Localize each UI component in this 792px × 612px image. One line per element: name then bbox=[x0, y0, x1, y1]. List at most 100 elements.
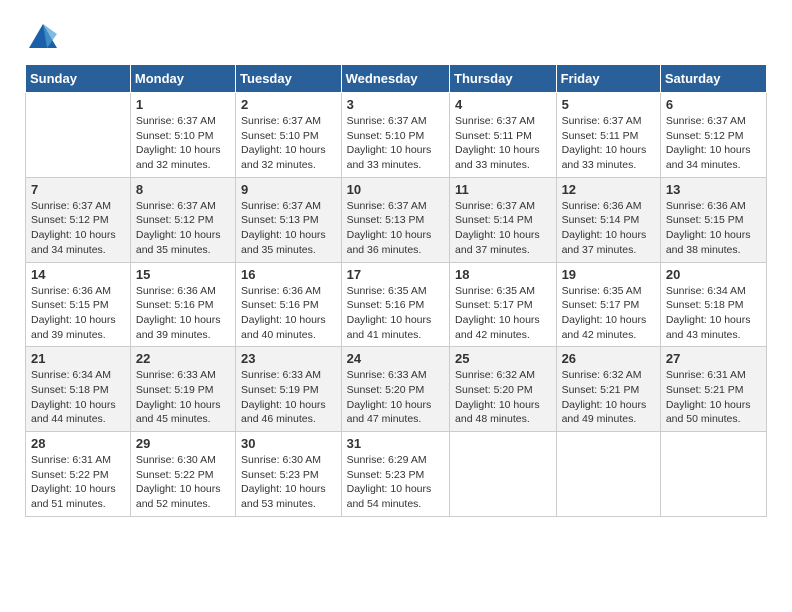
logo-icon bbox=[25, 20, 61, 56]
day-number: 13 bbox=[666, 182, 761, 197]
day-number: 31 bbox=[347, 436, 444, 451]
day-info: Sunrise: 6:29 AMSunset: 5:23 PMDaylight:… bbox=[347, 453, 444, 512]
calendar-cell: 2 Sunrise: 6:37 AMSunset: 5:10 PMDaylight… bbox=[236, 93, 342, 178]
day-info: Sunrise: 6:36 AMSunset: 5:15 PMDaylight:… bbox=[666, 199, 761, 258]
day-info: Sunrise: 6:36 AMSunset: 5:16 PMDaylight:… bbox=[241, 284, 336, 343]
calendar-cell: 6Sunrise: 6:37 AMSunset: 5:12 PMDaylight… bbox=[660, 93, 766, 178]
calendar-cell bbox=[556, 432, 660, 517]
day-number: 29 bbox=[136, 436, 230, 451]
day-number: 15 bbox=[136, 267, 230, 282]
day-info: Sunrise: 6:37 AMSunset: 5:11 PMDaylight:… bbox=[455, 114, 551, 173]
day-info: Sunrise: 6:34 AMSunset: 5:18 PMDaylight:… bbox=[666, 284, 761, 343]
calendar-cell: 18 Sunrise: 6:35 AMSunset: 5:17 PMDayligh… bbox=[450, 262, 557, 347]
day-info: Sunrise: 6:30 AMSunset: 5:22 PMDaylight:… bbox=[136, 453, 230, 512]
day-info: Sunrise: 6:30 AMSunset: 5:23 PMDaylight:… bbox=[241, 453, 336, 512]
day-info: Sunrise: 6:36 AMSunset: 5:16 PMDaylight:… bbox=[136, 284, 230, 343]
day-info: Sunrise: 6:37 AMSunset: 5:10 PMDaylight:… bbox=[241, 114, 336, 173]
day-header-tuesday: Tuesday bbox=[236, 65, 342, 93]
calendar-cell: 17Sunrise: 6:35 AMSunset: 5:16 PMDayligh… bbox=[341, 262, 449, 347]
day-number: 3 bbox=[347, 97, 444, 112]
logo bbox=[25, 20, 67, 56]
day-info: Sunrise: 6:37 AMSunset: 5:13 PMDaylight:… bbox=[347, 199, 444, 258]
page-header bbox=[25, 20, 767, 56]
day-info: Sunrise: 6:37 AMSunset: 5:10 PMDaylight:… bbox=[347, 114, 444, 173]
calendar-cell: 12 Sunrise: 6:36 AMSunset: 5:14 PMDayligh… bbox=[556, 177, 660, 262]
calendar-cell: 24 Sunrise: 6:33 AMSunset: 5:20 PMDayligh… bbox=[341, 347, 449, 432]
week-row-4: 21 Sunrise: 6:34 AMSunset: 5:18 PMDayligh… bbox=[26, 347, 767, 432]
day-number: 1 bbox=[136, 97, 230, 112]
calendar-cell: 4 Sunrise: 6:37 AMSunset: 5:11 PMDaylight… bbox=[450, 93, 557, 178]
day-info: Sunrise: 6:31 AMSunset: 5:21 PMDaylight:… bbox=[666, 368, 761, 427]
day-info: Sunrise: 6:35 AMSunset: 5:17 PMDaylight:… bbox=[455, 284, 551, 343]
week-row-2: 7 Sunrise: 6:37 AMSunset: 5:12 PMDaylight… bbox=[26, 177, 767, 262]
day-header-friday: Friday bbox=[556, 65, 660, 93]
day-info: Sunrise: 6:37 AMSunset: 5:12 PMDaylight:… bbox=[136, 199, 230, 258]
day-number: 18 bbox=[455, 267, 551, 282]
week-row-1: 1 Sunrise: 6:37 AMSunset: 5:10 PMDaylight… bbox=[26, 93, 767, 178]
calendar-cell: 25Sunrise: 6:32 AMSunset: 5:20 PMDayligh… bbox=[450, 347, 557, 432]
day-number: 26 bbox=[562, 351, 655, 366]
day-info: Sunrise: 6:32 AMSunset: 5:21 PMDaylight:… bbox=[562, 368, 655, 427]
day-number: 2 bbox=[241, 97, 336, 112]
day-number: 4 bbox=[455, 97, 551, 112]
calendar-cell: 20 Sunrise: 6:34 AMSunset: 5:18 PMDayligh… bbox=[660, 262, 766, 347]
calendar-cell bbox=[450, 432, 557, 517]
calendar-cell: 5Sunrise: 6:37 AMSunset: 5:11 PMDaylight… bbox=[556, 93, 660, 178]
calendar-cell: 10Sunrise: 6:37 AMSunset: 5:13 PMDayligh… bbox=[341, 177, 449, 262]
calendar-cell: 28 Sunrise: 6:31 AMSunset: 5:22 PMDayligh… bbox=[26, 432, 131, 517]
day-number: 8 bbox=[136, 182, 230, 197]
day-info: Sunrise: 6:36 AMSunset: 5:14 PMDaylight:… bbox=[562, 199, 655, 258]
day-info: Sunrise: 6:37 AMSunset: 5:14 PMDaylight:… bbox=[455, 199, 551, 258]
calendar-cell: 14Sunrise: 6:36 AMSunset: 5:15 PMDayligh… bbox=[26, 262, 131, 347]
day-header-sunday: Sunday bbox=[26, 65, 131, 93]
calendar-cell: 19Sunrise: 6:35 AMSunset: 5:17 PMDayligh… bbox=[556, 262, 660, 347]
day-info: Sunrise: 6:31 AMSunset: 5:22 PMDaylight:… bbox=[31, 453, 125, 512]
calendar-cell: 3 Sunrise: 6:37 AMSunset: 5:10 PMDaylight… bbox=[341, 93, 449, 178]
day-number: 7 bbox=[31, 182, 125, 197]
day-header-wednesday: Wednesday bbox=[341, 65, 449, 93]
day-info: Sunrise: 6:33 AMSunset: 5:19 PMDaylight:… bbox=[136, 368, 230, 427]
day-info: Sunrise: 6:37 AMSunset: 5:12 PMDaylight:… bbox=[666, 114, 761, 173]
day-header-monday: Monday bbox=[130, 65, 235, 93]
day-info: Sunrise: 6:34 AMSunset: 5:18 PMDaylight:… bbox=[31, 368, 125, 427]
day-number: 27 bbox=[666, 351, 761, 366]
day-number: 11 bbox=[455, 182, 551, 197]
day-number: 12 bbox=[562, 182, 655, 197]
day-number: 20 bbox=[666, 267, 761, 282]
header-row: SundayMondayTuesdayWednesdayThursdayFrid… bbox=[26, 65, 767, 93]
calendar-cell: 21 Sunrise: 6:34 AMSunset: 5:18 PMDayligh… bbox=[26, 347, 131, 432]
day-number: 16 bbox=[241, 267, 336, 282]
calendar-cell: 8 Sunrise: 6:37 AMSunset: 5:12 PMDaylight… bbox=[130, 177, 235, 262]
calendar-cell: 29 Sunrise: 6:30 AMSunset: 5:22 PMDayligh… bbox=[130, 432, 235, 517]
day-number: 24 bbox=[347, 351, 444, 366]
day-number: 21 bbox=[31, 351, 125, 366]
calendar-cell: 16 Sunrise: 6:36 AMSunset: 5:16 PMDayligh… bbox=[236, 262, 342, 347]
day-info: Sunrise: 6:37 AMSunset: 5:10 PMDaylight:… bbox=[136, 114, 230, 173]
calendar-cell bbox=[26, 93, 131, 178]
day-number: 23 bbox=[241, 351, 336, 366]
day-number: 28 bbox=[31, 436, 125, 451]
calendar-cell: 11 Sunrise: 6:37 AMSunset: 5:14 PMDayligh… bbox=[450, 177, 557, 262]
calendar-cell: 30 Sunrise: 6:30 AMSunset: 5:23 PMDayligh… bbox=[236, 432, 342, 517]
week-row-5: 28 Sunrise: 6:31 AMSunset: 5:22 PMDayligh… bbox=[26, 432, 767, 517]
day-header-thursday: Thursday bbox=[450, 65, 557, 93]
calendar-cell: 1 Sunrise: 6:37 AMSunset: 5:10 PMDaylight… bbox=[130, 93, 235, 178]
day-info: Sunrise: 6:35 AMSunset: 5:16 PMDaylight:… bbox=[347, 284, 444, 343]
day-info: Sunrise: 6:33 AMSunset: 5:20 PMDaylight:… bbox=[347, 368, 444, 427]
week-row-3: 14Sunrise: 6:36 AMSunset: 5:15 PMDayligh… bbox=[26, 262, 767, 347]
day-info: Sunrise: 6:32 AMSunset: 5:20 PMDaylight:… bbox=[455, 368, 551, 427]
calendar-cell: 15 Sunrise: 6:36 AMSunset: 5:16 PMDayligh… bbox=[130, 262, 235, 347]
calendar-cell: 23Sunrise: 6:33 AMSunset: 5:19 PMDayligh… bbox=[236, 347, 342, 432]
day-header-saturday: Saturday bbox=[660, 65, 766, 93]
calendar-cell: 9Sunrise: 6:37 AMSunset: 5:13 PMDaylight… bbox=[236, 177, 342, 262]
day-number: 30 bbox=[241, 436, 336, 451]
day-info: Sunrise: 6:36 AMSunset: 5:15 PMDaylight:… bbox=[31, 284, 125, 343]
day-number: 5 bbox=[562, 97, 655, 112]
calendar-cell: 13 Sunrise: 6:36 AMSunset: 5:15 PMDayligh… bbox=[660, 177, 766, 262]
calendar-cell: 22Sunrise: 6:33 AMSunset: 5:19 PMDayligh… bbox=[130, 347, 235, 432]
calendar-cell: 26 Sunrise: 6:32 AMSunset: 5:21 PMDayligh… bbox=[556, 347, 660, 432]
calendar-cell: 7Sunrise: 6:37 AMSunset: 5:12 PMDaylight… bbox=[26, 177, 131, 262]
calendar-cell: 27 Sunrise: 6:31 AMSunset: 5:21 PMDayligh… bbox=[660, 347, 766, 432]
day-number: 19 bbox=[562, 267, 655, 282]
calendar-table: SundayMondayTuesdayWednesdayThursdayFrid… bbox=[25, 64, 767, 517]
